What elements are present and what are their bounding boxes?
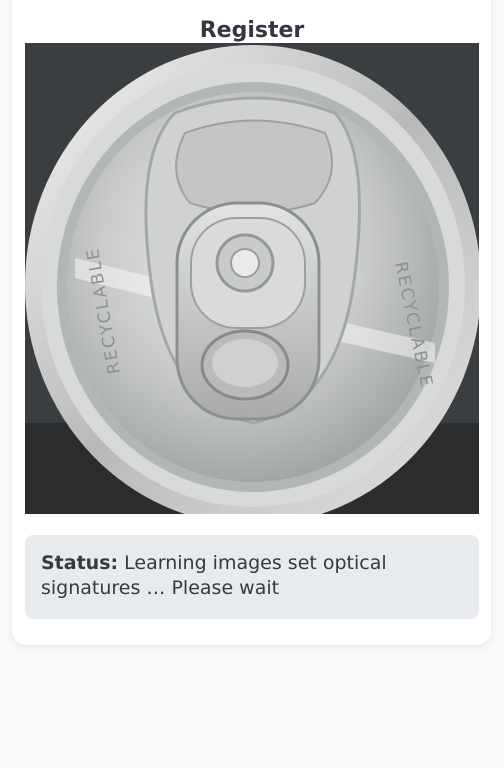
page-title: Register [199,18,305,43]
can-top-picture: RECYCLABLE RECYCLABLE [25,43,479,514]
captured-can-image: RECYCLABLE RECYCLABLE [25,43,479,514]
status-box: Status: Learning images set optical sign… [25,535,479,619]
status-label: Status: [41,552,119,574]
